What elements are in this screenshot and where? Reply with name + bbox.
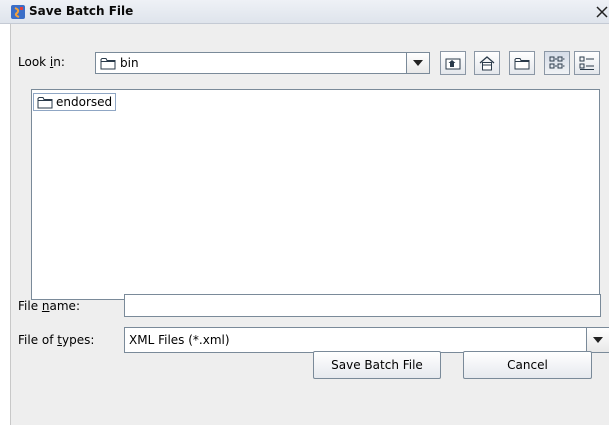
home-icon [479,55,495,70]
details-view-button[interactable] [574,51,600,75]
folder-icon [100,58,116,70]
java-app-icon [11,5,25,19]
save-button[interactable]: Save Batch File [313,351,441,379]
new-folder-icon [514,57,530,69]
chevron-down-icon[interactable] [406,53,429,73]
new-folder-button[interactable] [509,51,535,75]
dialog-body: Look in: bin endorsed File name: File of… [10,24,609,425]
close-icon[interactable] [595,5,609,19]
file-type-label: File of types: [18,333,95,347]
list-view-button[interactable] [544,51,570,75]
file-type-value: XML Files (*.xml) [129,333,230,347]
file-type-select[interactable]: XML Files (*.xml) [124,327,609,353]
look-in-value: bin [120,56,139,70]
look-in-combo[interactable]: bin [95,52,430,74]
up-folder-icon [445,58,461,70]
file-name-input[interactable] [124,294,601,317]
cancel-button[interactable]: Cancel [463,351,592,379]
list-item-label: endorsed [56,95,113,109]
file-list[interactable]: endorsed [31,89,600,300]
file-name-label: File name: [18,299,80,313]
window-title: Save Batch File [29,4,134,18]
chevron-down-icon[interactable] [586,328,609,352]
list-view-icon [549,56,565,69]
home-button[interactable] [474,51,500,75]
look-in-label: Look in: [18,55,65,69]
list-item-endorsed[interactable]: endorsed [33,93,117,111]
up-folder-button[interactable] [440,51,466,75]
details-view-icon [579,56,594,70]
title-bar: Save Batch File [0,0,609,24]
folder-icon [37,96,53,108]
